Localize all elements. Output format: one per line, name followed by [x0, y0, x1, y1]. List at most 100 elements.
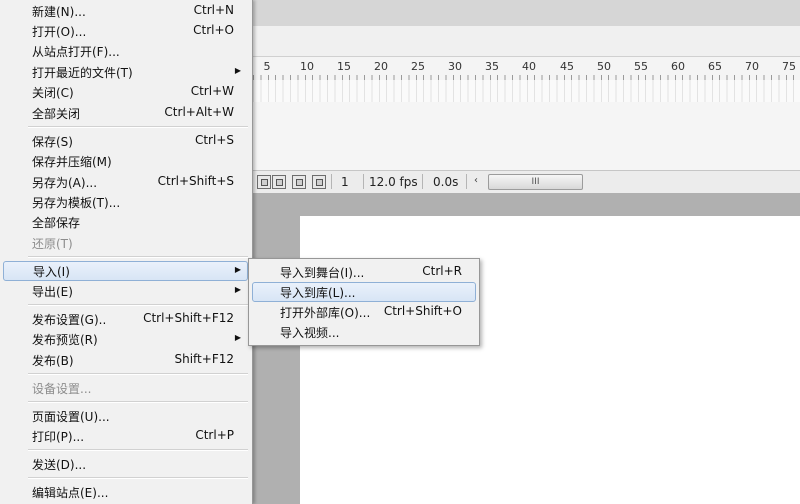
menu-separator	[28, 477, 248, 479]
menu-item-page-setup[interactable]: 页面设置(U)...	[0, 406, 250, 426]
menu-separator	[28, 449, 248, 451]
menu-item-shortcut: Ctrl+W	[190, 84, 234, 98]
menu-item-label: 保存(S)	[32, 135, 73, 149]
menu-item-export[interactable]: 导出(E) ▶	[0, 281, 250, 301]
elapsed-time: 0.0s	[433, 175, 459, 189]
menu-item-shortcut: Ctrl+Shift+S	[157, 174, 234, 188]
menu-item-publish-settings[interactable]: 发布设置(G).. Ctrl+Shift+F12	[0, 309, 250, 329]
menu-item-label: 导入(I)	[33, 265, 70, 279]
menu-item-label: 发布(B)	[32, 354, 74, 368]
onion-skin-outlines-icon[interactable]	[292, 175, 306, 189]
timeline-scroll-thumb[interactable]: III	[488, 174, 583, 190]
menu-item-save[interactable]: 保存(S) Ctrl+S	[0, 131, 250, 151]
menu-item-label: 还原(T)	[32, 237, 73, 251]
menu-item-new[interactable]: 新建(N)... Ctrl+N	[0, 1, 250, 21]
menu-item-label: 设备设置...	[32, 382, 92, 396]
frame-cells[interactable]	[253, 80, 800, 102]
divider	[331, 174, 332, 189]
frame-rate[interactable]: 12.0 fps	[369, 175, 418, 189]
ruler-number: 5	[263, 60, 271, 73]
menu-item-label: 打印(P)...	[32, 430, 85, 444]
ruler-number: 55	[634, 60, 648, 73]
menu-item-shortcut: Ctrl+Shift+O	[383, 304, 462, 318]
menu-item-label: 发布预览(R)	[32, 333, 98, 347]
menu-item-save-all[interactable]: 全部保存	[0, 212, 250, 232]
edit-multiple-frames-icon[interactable]	[312, 175, 326, 189]
menu-item-label: 另存为(A)...	[32, 176, 98, 190]
menu-item-open-recent[interactable]: 打开最近的文件(T) ▶	[0, 62, 250, 82]
center-frame-icon[interactable]	[257, 175, 271, 189]
ruler-number: 40	[522, 60, 536, 73]
menu-item-label: 导入到库(L)...	[280, 286, 356, 300]
file-menu: 新建(N)... Ctrl+N 打开(O)... Ctrl+O 从站点打开(F)…	[0, 0, 253, 504]
menu-item-label: 编辑站点(E)...	[32, 486, 109, 500]
menu-item-close-all[interactable]: 全部关闭 Ctrl+Alt+W	[0, 103, 250, 123]
ruler-number: 50	[597, 60, 611, 73]
menu-item-label: 保存并压缩(M)	[32, 155, 112, 169]
ruler-number: 75	[782, 60, 796, 73]
menu-separator	[28, 401, 248, 403]
ruler-number: 35	[485, 60, 499, 73]
menu-item-label: 打开(O)...	[32, 25, 87, 39]
menu-item-label: 页面设置(U)...	[32, 410, 110, 424]
menu-item-label: 打开外部库(O)...	[280, 306, 371, 320]
menu-item-send[interactable]: 发送(D)...	[0, 454, 250, 474]
menu-item-label: 导出(E)	[32, 285, 73, 299]
menu-item-save-as[interactable]: 另存为(A)... Ctrl+Shift+S	[0, 172, 250, 192]
menu-item-label: 全部关闭	[32, 107, 81, 121]
submenu-item-import-video[interactable]: 导入视频...	[252, 322, 476, 342]
menu-item-label: 导入视频...	[280, 326, 340, 340]
menu-separator	[28, 256, 248, 258]
menu-item-label: 新建(N)...	[32, 5, 86, 19]
menu-item-label: 另存为模板(T)...	[32, 196, 121, 210]
submenu-arrow-icon: ▶	[234, 265, 241, 274]
menu-item-publish[interactable]: 发布(B) Shift+F12	[0, 350, 250, 370]
submenu-item-import-to-stage[interactable]: 导入到舞台(I)... Ctrl+R	[252, 262, 476, 282]
menu-separator	[28, 304, 248, 306]
submenu-item-open-external-library[interactable]: 打开外部库(O)... Ctrl+Shift+O	[252, 302, 476, 322]
ruler-number: 65	[708, 60, 722, 73]
submenu-arrow-icon: ▶	[234, 285, 241, 294]
ruler-number: 30	[448, 60, 462, 73]
menu-item-label: 打开最近的文件(T)	[32, 66, 133, 80]
divider	[422, 174, 423, 189]
menu-item-edit-sites[interactable]: 编辑站点(E)...	[0, 482, 250, 502]
submenu-item-import-to-library[interactable]: 导入到库(L)...	[252, 282, 476, 302]
menu-item-publish-preview[interactable]: 发布预览(R) ▶	[0, 329, 250, 349]
menu-item-label: 发布设置(G)..	[32, 313, 107, 327]
menu-item-shortcut: Ctrl+Shift+F12	[143, 311, 234, 325]
menu-item-label: 发送(D)...	[32, 458, 87, 472]
menu-item-shortcut: Shift+F12	[174, 352, 234, 366]
ruler-number: 25	[411, 60, 425, 73]
menu-item-shortcut: Ctrl+O	[193, 23, 234, 37]
ruler-number: 45	[560, 60, 574, 73]
menu-item-label: 导入到舞台(I)...	[280, 266, 365, 280]
menu-item-save-as-template[interactable]: 另存为模板(T)...	[0, 192, 250, 212]
ruler-number: 70	[745, 60, 759, 73]
divider	[363, 174, 364, 189]
menu-item-revert: 还原(T)	[0, 233, 250, 253]
submenu-arrow-icon: ▶	[234, 66, 241, 75]
current-frame: 1	[341, 175, 349, 189]
menu-item-open[interactable]: 打开(O)... Ctrl+O	[0, 21, 250, 41]
menu-item-close[interactable]: 关闭(C) Ctrl+W	[0, 82, 250, 102]
menu-separator	[28, 126, 248, 128]
ruler-number: 20	[374, 60, 388, 73]
menu-item-label: 全部保存	[32, 216, 81, 230]
menu-item-print[interactable]: 打印(P)... Ctrl+P	[0, 426, 250, 446]
menu-item-shortcut: Ctrl+R	[422, 264, 462, 278]
menu-item-shortcut: Ctrl+N	[193, 3, 234, 17]
menu-item-save-and-compact[interactable]: 保存并压缩(M)	[0, 151, 250, 171]
onion-skin-icon[interactable]	[272, 175, 286, 189]
menu-item-device-settings: 设备设置...	[0, 378, 250, 398]
ruler-number: 10	[300, 60, 314, 73]
divider	[466, 174, 467, 189]
menu-item-shortcut: Ctrl+Alt+W	[164, 105, 234, 119]
scroll-left-arrow-icon[interactable]: ‹	[474, 175, 478, 186]
menu-item-label: 关闭(C)	[32, 86, 74, 100]
menu-separator	[28, 373, 248, 375]
menu-item-shortcut: Ctrl+P	[195, 428, 234, 442]
ruler-number: 15	[337, 60, 351, 73]
menu-item-open-from-site[interactable]: 从站点打开(F)...	[0, 41, 250, 61]
menu-item-import[interactable]: 导入(I) ▶	[3, 261, 248, 281]
